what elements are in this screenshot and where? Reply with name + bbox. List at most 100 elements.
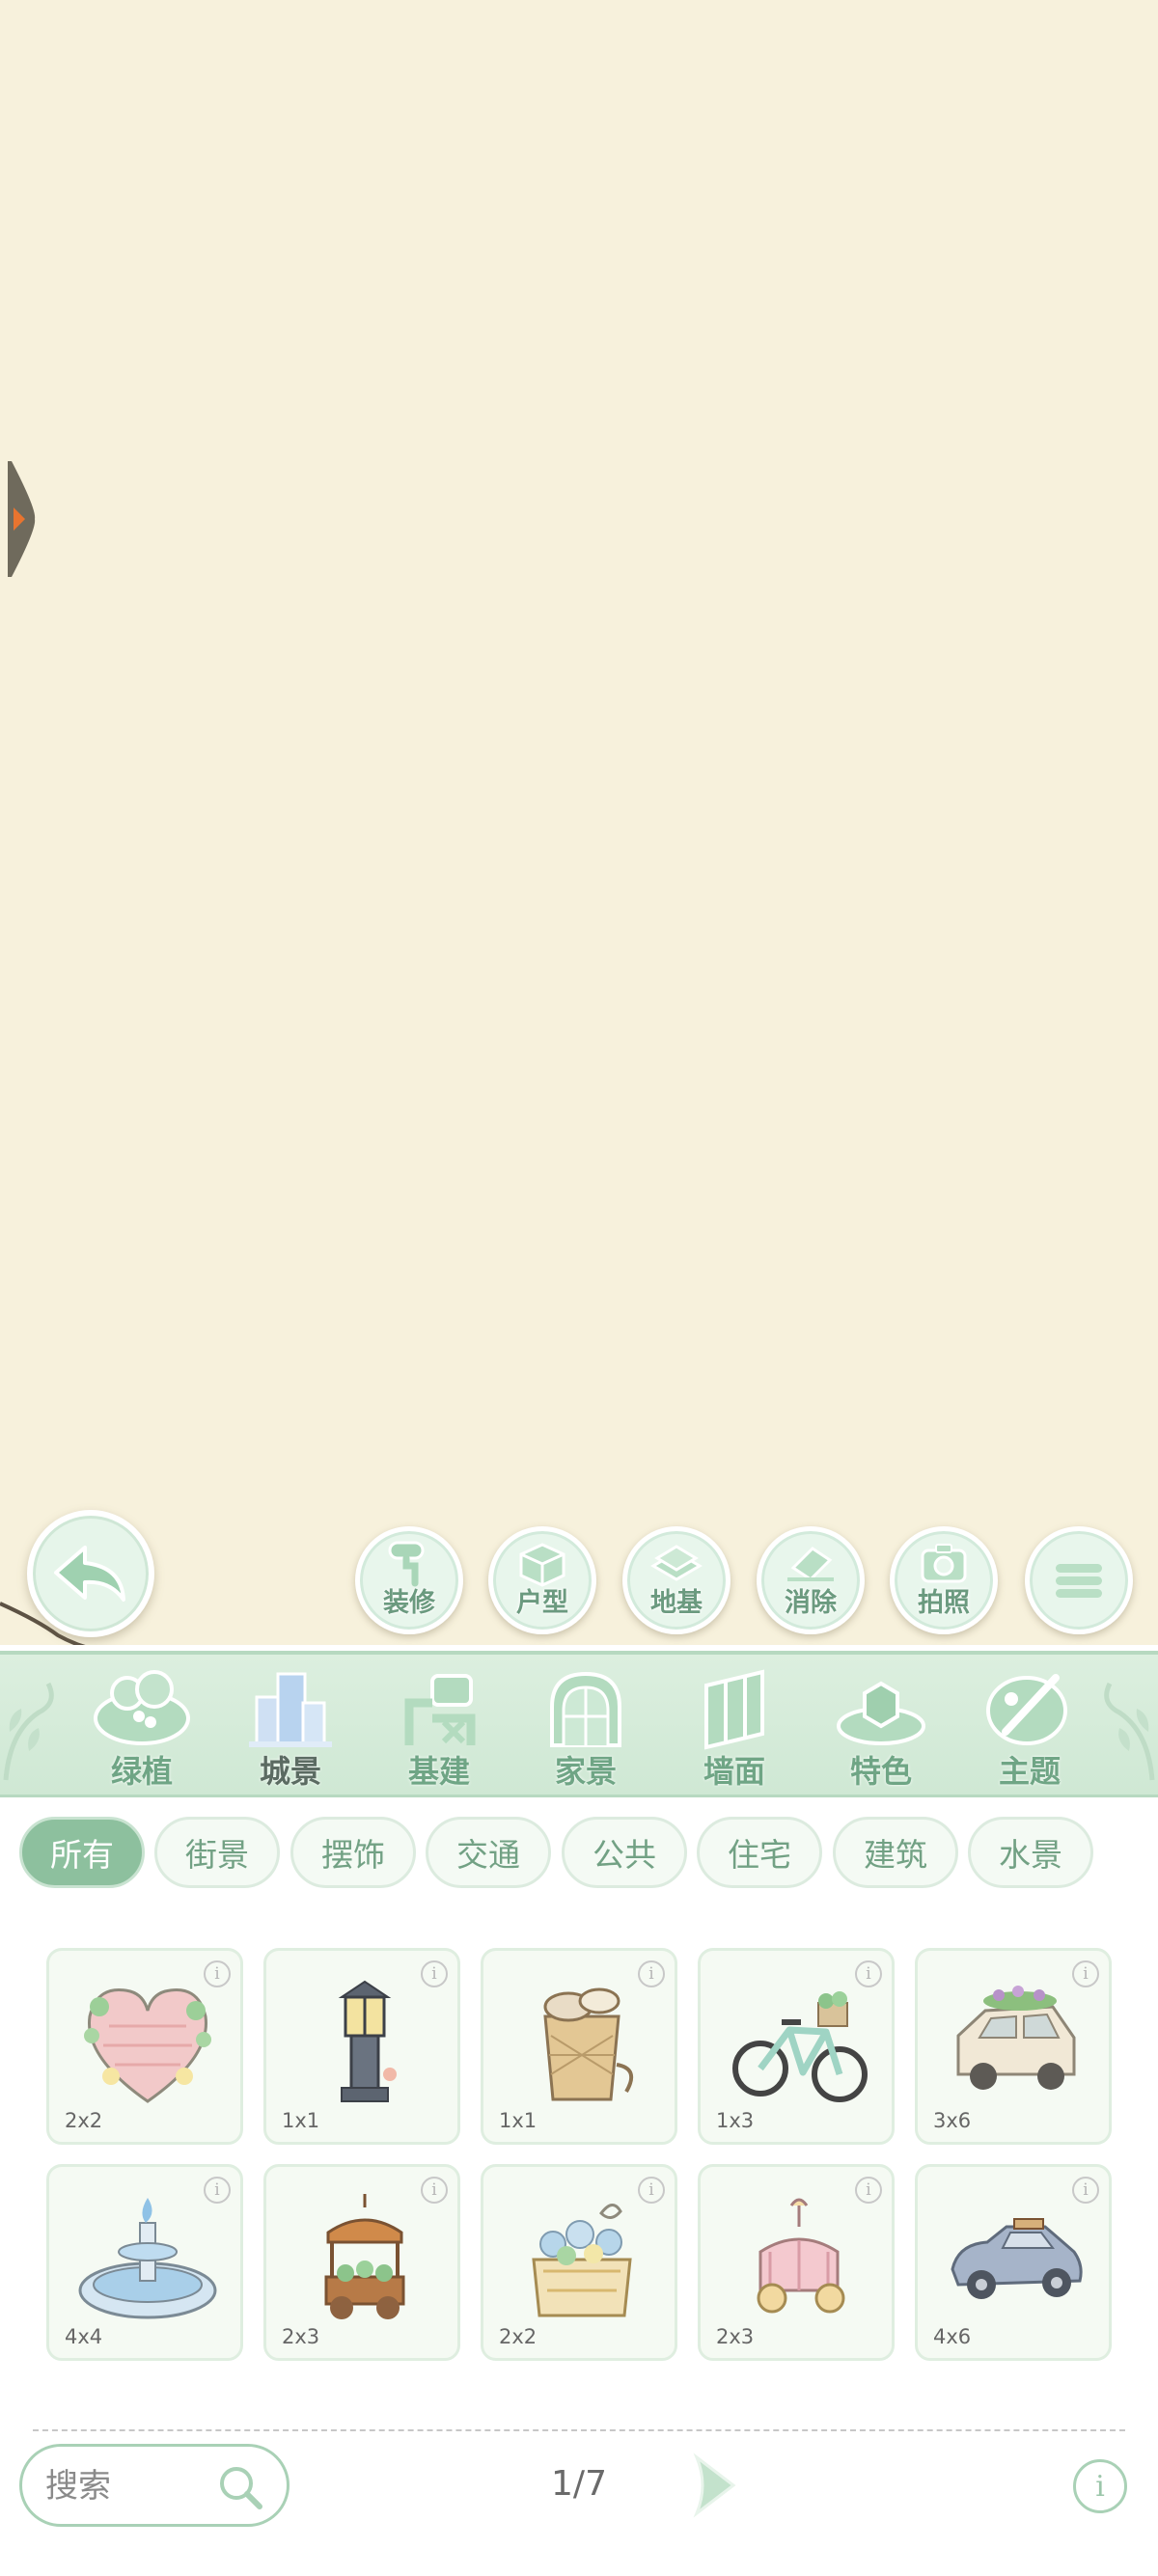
construction-crane-icon [404,1674,476,1745]
item-card[interactable]: i 4x6 [915,2164,1112,2361]
wall-panel-icon [704,1669,764,1750]
renovate-button[interactable]: 装修 [355,1526,463,1634]
paint-roller-icon [388,1541,425,1586]
side-drawer-handle-icon[interactable] [0,461,39,577]
camera-icon [921,1543,967,1582]
plant-icon [94,1670,190,1745]
filter-chip-streetscape[interactable]: 街景 [154,1817,280,1888]
menu-button[interactable] [1025,1526,1133,1634]
item-card[interactable]: i 2x3 [263,2164,460,2361]
item-card[interactable]: i 1x3 [698,1948,895,2145]
item-card[interactable]: i 4x4 [46,2164,243,2361]
category-tab-special[interactable]: 特色 [818,1664,944,1797]
item-size: 4x4 [65,2325,103,2348]
room-layout-button[interactable]: 户型 [488,1526,596,1634]
street-lamp-icon [338,1980,397,2102]
item-card[interactable]: i 2x3 [698,2164,895,2361]
category-label: 绿植 [110,1753,173,1790]
search-icon[interactable] [215,2462,265,2512]
filter-chip-residential[interactable]: 住宅 [697,1817,822,1888]
category-label: 家景 [554,1753,617,1790]
menu-icon [1056,1564,1102,1598]
vine-corner-left-icon [3,1682,54,1781]
item-card[interactable]: i 1x1 [263,1948,460,2145]
bicycle-icon [732,1991,868,2102]
info-icon[interactable]: i [638,2177,665,2204]
category-tab-infrastructure[interactable]: 基建 [376,1664,502,1797]
special-block-icon [837,1681,925,1745]
vintage-car-icon [951,2218,1083,2299]
filter-chip-buildings[interactable]: 建筑 [833,1817,958,1888]
foundation-label: 地基 [650,1587,703,1618]
flower-cart-icon [324,2194,405,2319]
category-label: 墙面 [703,1753,765,1790]
next-page-button[interactable] [689,2452,739,2519]
foundation-button[interactable]: 地基 [622,1526,731,1634]
category-label: 特色 [849,1753,912,1790]
filter-chip-public[interactable]: 公共 [562,1817,687,1888]
category-label: 主题 [998,1753,1061,1790]
filter-chip-transport[interactable]: 交通 [426,1817,551,1888]
info-icon[interactable]: i [421,2177,448,2204]
item-size: 3x6 [933,2109,972,2132]
category-tab-home[interactable]: 家景 [523,1664,648,1797]
info-icon[interactable]: i [1072,2177,1099,2204]
build-canvas[interactable] [0,0,1158,1650]
carousel-carriage-icon [757,2198,845,2314]
divider [33,2429,1125,2431]
page-indicator: 1/7 [551,2464,607,2504]
item-card[interactable]: i 2x2 [481,2164,677,2361]
category-tab-plants[interactable]: 绿植 [79,1664,205,1797]
info-icon[interactable]: i [638,1960,665,1987]
category-tab-theme[interactable]: 主题 [967,1664,1092,1797]
info-icon[interactable]: i [204,2177,231,2204]
item-size: 1x1 [499,2109,538,2132]
item-size: 1x1 [282,2109,320,2132]
heart-flower-arch-icon [84,1988,211,2103]
vine-corner-right-icon [1104,1682,1155,1781]
back-button[interactable] [27,1510,154,1637]
item-size: 1x3 [716,2109,755,2132]
help-info-button[interactable]: i [1073,2459,1127,2513]
undo-arrow-icon [54,1546,125,1602]
filter-chip-waterscape[interactable]: 水景 [968,1817,1093,1888]
camera-label: 拍照 [918,1587,970,1618]
eraser-icon [787,1546,834,1581]
category-bar: 绿植 城景 基建 家景 墙面 特色 主题 [0,1651,1158,1797]
theme-palette-icon [986,1674,1067,1745]
info-icon[interactable]: i [1072,1960,1099,1987]
subcategory-filters: 所有 街景 摆饰 交通 公共 住宅 建筑 水景 [19,1817,1148,1894]
item-size: 2x2 [65,2109,103,2132]
room-layout-icon [519,1542,565,1587]
category-label: 基建 [407,1753,470,1790]
home-arch-icon [550,1671,621,1747]
mushroom-basket-icon [543,1987,634,2101]
category-tab-cityscape[interactable]: 城景 [228,1664,353,1797]
filter-chip-decor[interactable]: 摆饰 [290,1817,416,1888]
search-box[interactable] [19,2444,290,2527]
item-card[interactable]: i 1x1 [481,1948,677,2145]
filter-chip-all[interactable]: 所有 [19,1817,145,1888]
renovate-label: 装修 [383,1587,435,1618]
foundation-icon [650,1544,703,1581]
category-tab-walls[interactable]: 墙面 [672,1664,797,1797]
camera-button[interactable]: 拍照 [890,1526,998,1634]
catalog-panel: 绿植 城景 基建 家景 墙面 特色 主题 所有 街景 摆饰 交通 公共 住宅 建… [0,1645,1158,2576]
info-icon[interactable]: i [855,2177,882,2204]
flower-planter-icon [532,2204,632,2317]
item-card[interactable]: i 2x2 [46,1948,243,2145]
category-label: 城景 [259,1753,321,1790]
item-size: 4x6 [933,2325,972,2348]
city-buildings-icon [249,1672,332,1747]
item-size: 2x2 [499,2325,538,2348]
info-icon[interactable]: i [855,1960,882,1987]
room-layout-label: 户型 [516,1587,568,1618]
item-card[interactable]: i 3x6 [915,1948,1112,2145]
eraser-button[interactable]: 消除 [757,1526,865,1634]
item-size: 2x3 [282,2325,320,2348]
search-input[interactable] [45,2464,219,2508]
item-size: 2x3 [716,2325,755,2348]
info-icon[interactable]: i [421,1960,448,1987]
flower-roof-car-icon [956,1986,1076,2090]
info-icon[interactable]: i [204,1960,231,1987]
